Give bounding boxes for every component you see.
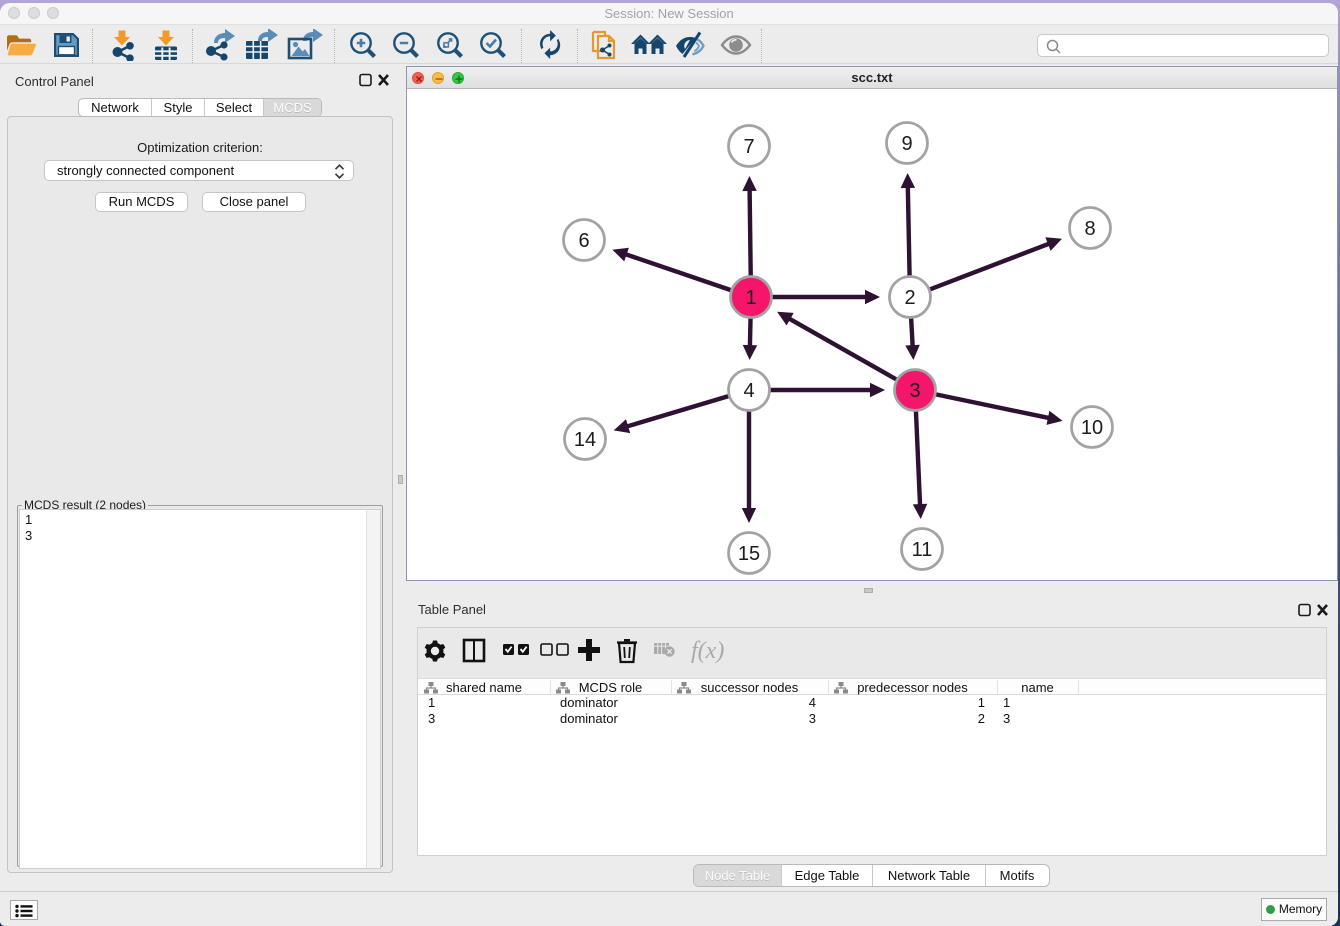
svg-text:4: 4 [743,380,754,402]
svg-text:15: 15 [738,543,760,565]
svg-text:11: 11 [912,539,933,561]
svg-text:f(x): f(x) [691,638,724,664]
svg-text:1: 1 [745,287,756,309]
svg-text:6: 6 [578,230,589,252]
svg-text:7: 7 [743,136,754,158]
svg-text:2: 2 [904,287,915,309]
svg-text:3: 3 [909,380,920,402]
svg-text:8: 8 [1084,218,1095,240]
svg-text:9: 9 [901,133,912,155]
svg-text:14: 14 [574,429,596,451]
svg-text:10: 10 [1081,417,1103,439]
